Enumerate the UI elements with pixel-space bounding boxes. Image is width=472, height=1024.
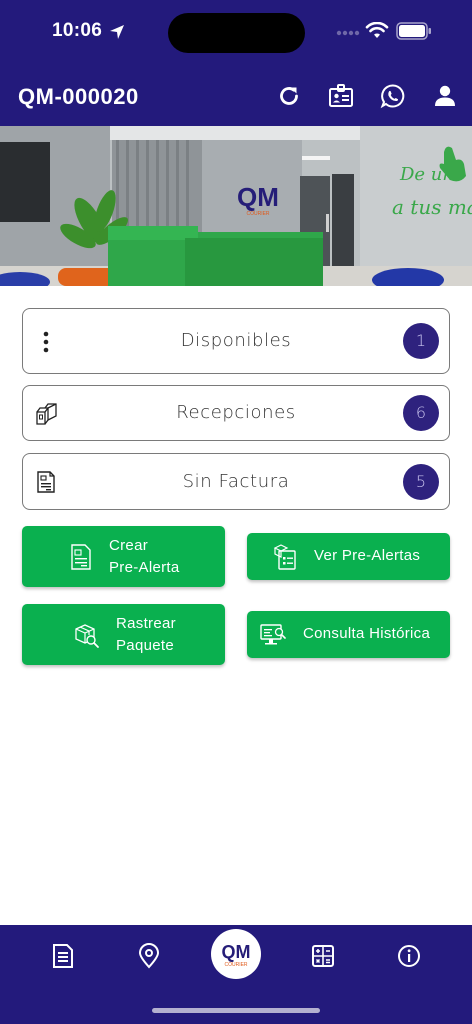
qm-courier-logo[interactable]: QM COURIER: [211, 929, 261, 979]
card-label-recepciones: Recepciones: [176, 402, 296, 423]
hero-wall-text-2: a tus man: [392, 195, 472, 219]
package-list-icon: [273, 544, 296, 570]
whatsapp-icon[interactable]: [380, 83, 406, 109]
monitor-search-icon: [260, 624, 286, 645]
card-sin-factura[interactable]: Sin Factura 5: [22, 453, 450, 510]
ver-pre-alertas-label: Ver Pre-Alertas: [314, 547, 421, 564]
count-badge-sin-factura: 5: [403, 464, 439, 500]
location-pin-icon[interactable]: [136, 943, 162, 969]
rastrear-paquete-button[interactable]: Rastrear Paquete: [22, 604, 225, 665]
cellular-dots-icon: [336, 30, 360, 36]
card-label-sin-factura: Sin Factura: [182, 471, 290, 492]
battery-icon: [396, 22, 431, 40]
info-icon[interactable]: [396, 943, 422, 969]
refresh-icon[interactable]: [276, 83, 302, 109]
card-label-disponibles: Disponibles: [180, 330, 292, 351]
hero-courier-sign: COURIER: [246, 211, 269, 217]
crear-label-line2: Pre-Alerta: [109, 559, 180, 576]
top-bar: 10:06 QM-000020: [0, 0, 472, 126]
card-disponibles[interactable]: Disponibles 1: [22, 308, 450, 374]
hero-qm-sign: QM: [237, 182, 279, 212]
consulta-historica-button[interactable]: Consulta Histórica: [247, 611, 450, 658]
rastrear-label-line2: Paquete: [116, 637, 174, 654]
dynamic-island: [168, 13, 305, 53]
document-icon[interactable]: [50, 943, 76, 969]
logo-subtext: COURIER: [224, 962, 247, 968]
track-package-icon: [75, 624, 99, 648]
id-card-icon[interactable]: [328, 83, 354, 109]
consulta-historica-label: Consulta Histórica: [303, 625, 431, 642]
logo-text: QM: [222, 942, 251, 962]
page-title: QM-000020: [18, 84, 139, 109]
office-illustration: QM COURIER De un a tus man: [0, 126, 472, 286]
wifi-icon: [365, 22, 389, 38]
qm-logo-graphic: QM COURIER: [222, 942, 251, 968]
status-time: 10:06: [52, 20, 103, 41]
hero-office-image: QM COURIER De un a tus man: [0, 126, 472, 286]
ver-pre-alertas-button[interactable]: Ver Pre-Alertas: [247, 533, 450, 580]
create-document-icon: [71, 544, 91, 570]
crear-label-line1: Crear: [109, 537, 149, 554]
card-recepciones[interactable]: Recepciones 6: [22, 385, 450, 441]
crear-pre-alerta-button[interactable]: Crear Pre-Alerta: [22, 526, 225, 587]
count-badge-recepciones: 6: [403, 395, 439, 431]
user-icon[interactable]: [432, 83, 458, 109]
location-arrow-icon: [110, 25, 124, 39]
rastrear-label-line1: Rastrear: [116, 615, 176, 632]
home-indicator[interactable]: [152, 1008, 320, 1013]
bottom-nav: QM COURIER: [0, 925, 472, 1024]
calculator-icon[interactable]: [310, 943, 336, 969]
count-badge-disponibles: 1: [403, 323, 439, 359]
